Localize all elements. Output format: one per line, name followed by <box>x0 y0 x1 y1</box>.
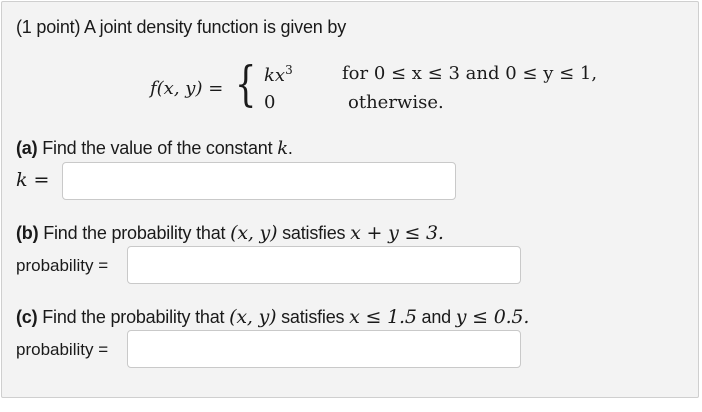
part-b-answer-input[interactable] <box>127 246 521 284</box>
piecewise-brace: { <box>235 56 257 112</box>
part-c-answer-input[interactable] <box>127 330 521 368</box>
case2-expression: 0 <box>264 92 276 113</box>
part-a-label: k = <box>16 169 50 191</box>
problem-intro: (1 point) A joint density function is gi… <box>16 17 346 37</box>
part-a-answer-input[interactable] <box>62 162 456 200</box>
part-c-label: probability = <box>16 340 109 359</box>
problem-panel: (1 point) A joint density function is gi… <box>1 1 699 398</box>
case1-condition: for 0 ≤ x ≤ 3 and 0 ≤ y ≤ 1, <box>342 63 598 84</box>
part-b-label: probability = <box>16 256 109 275</box>
case1-expression: kx3 <box>264 63 293 86</box>
part-a-question: (a) Find the value of the constant k. <box>16 138 293 159</box>
part-c-question: (c) Find the probability that (x, y) sat… <box>16 306 530 328</box>
case2-condition: otherwise. <box>348 92 444 113</box>
part-b-question: (b) Find the probability that (x, y) sat… <box>16 222 444 244</box>
function-lhs: f(x, y) = <box>150 78 224 99</box>
